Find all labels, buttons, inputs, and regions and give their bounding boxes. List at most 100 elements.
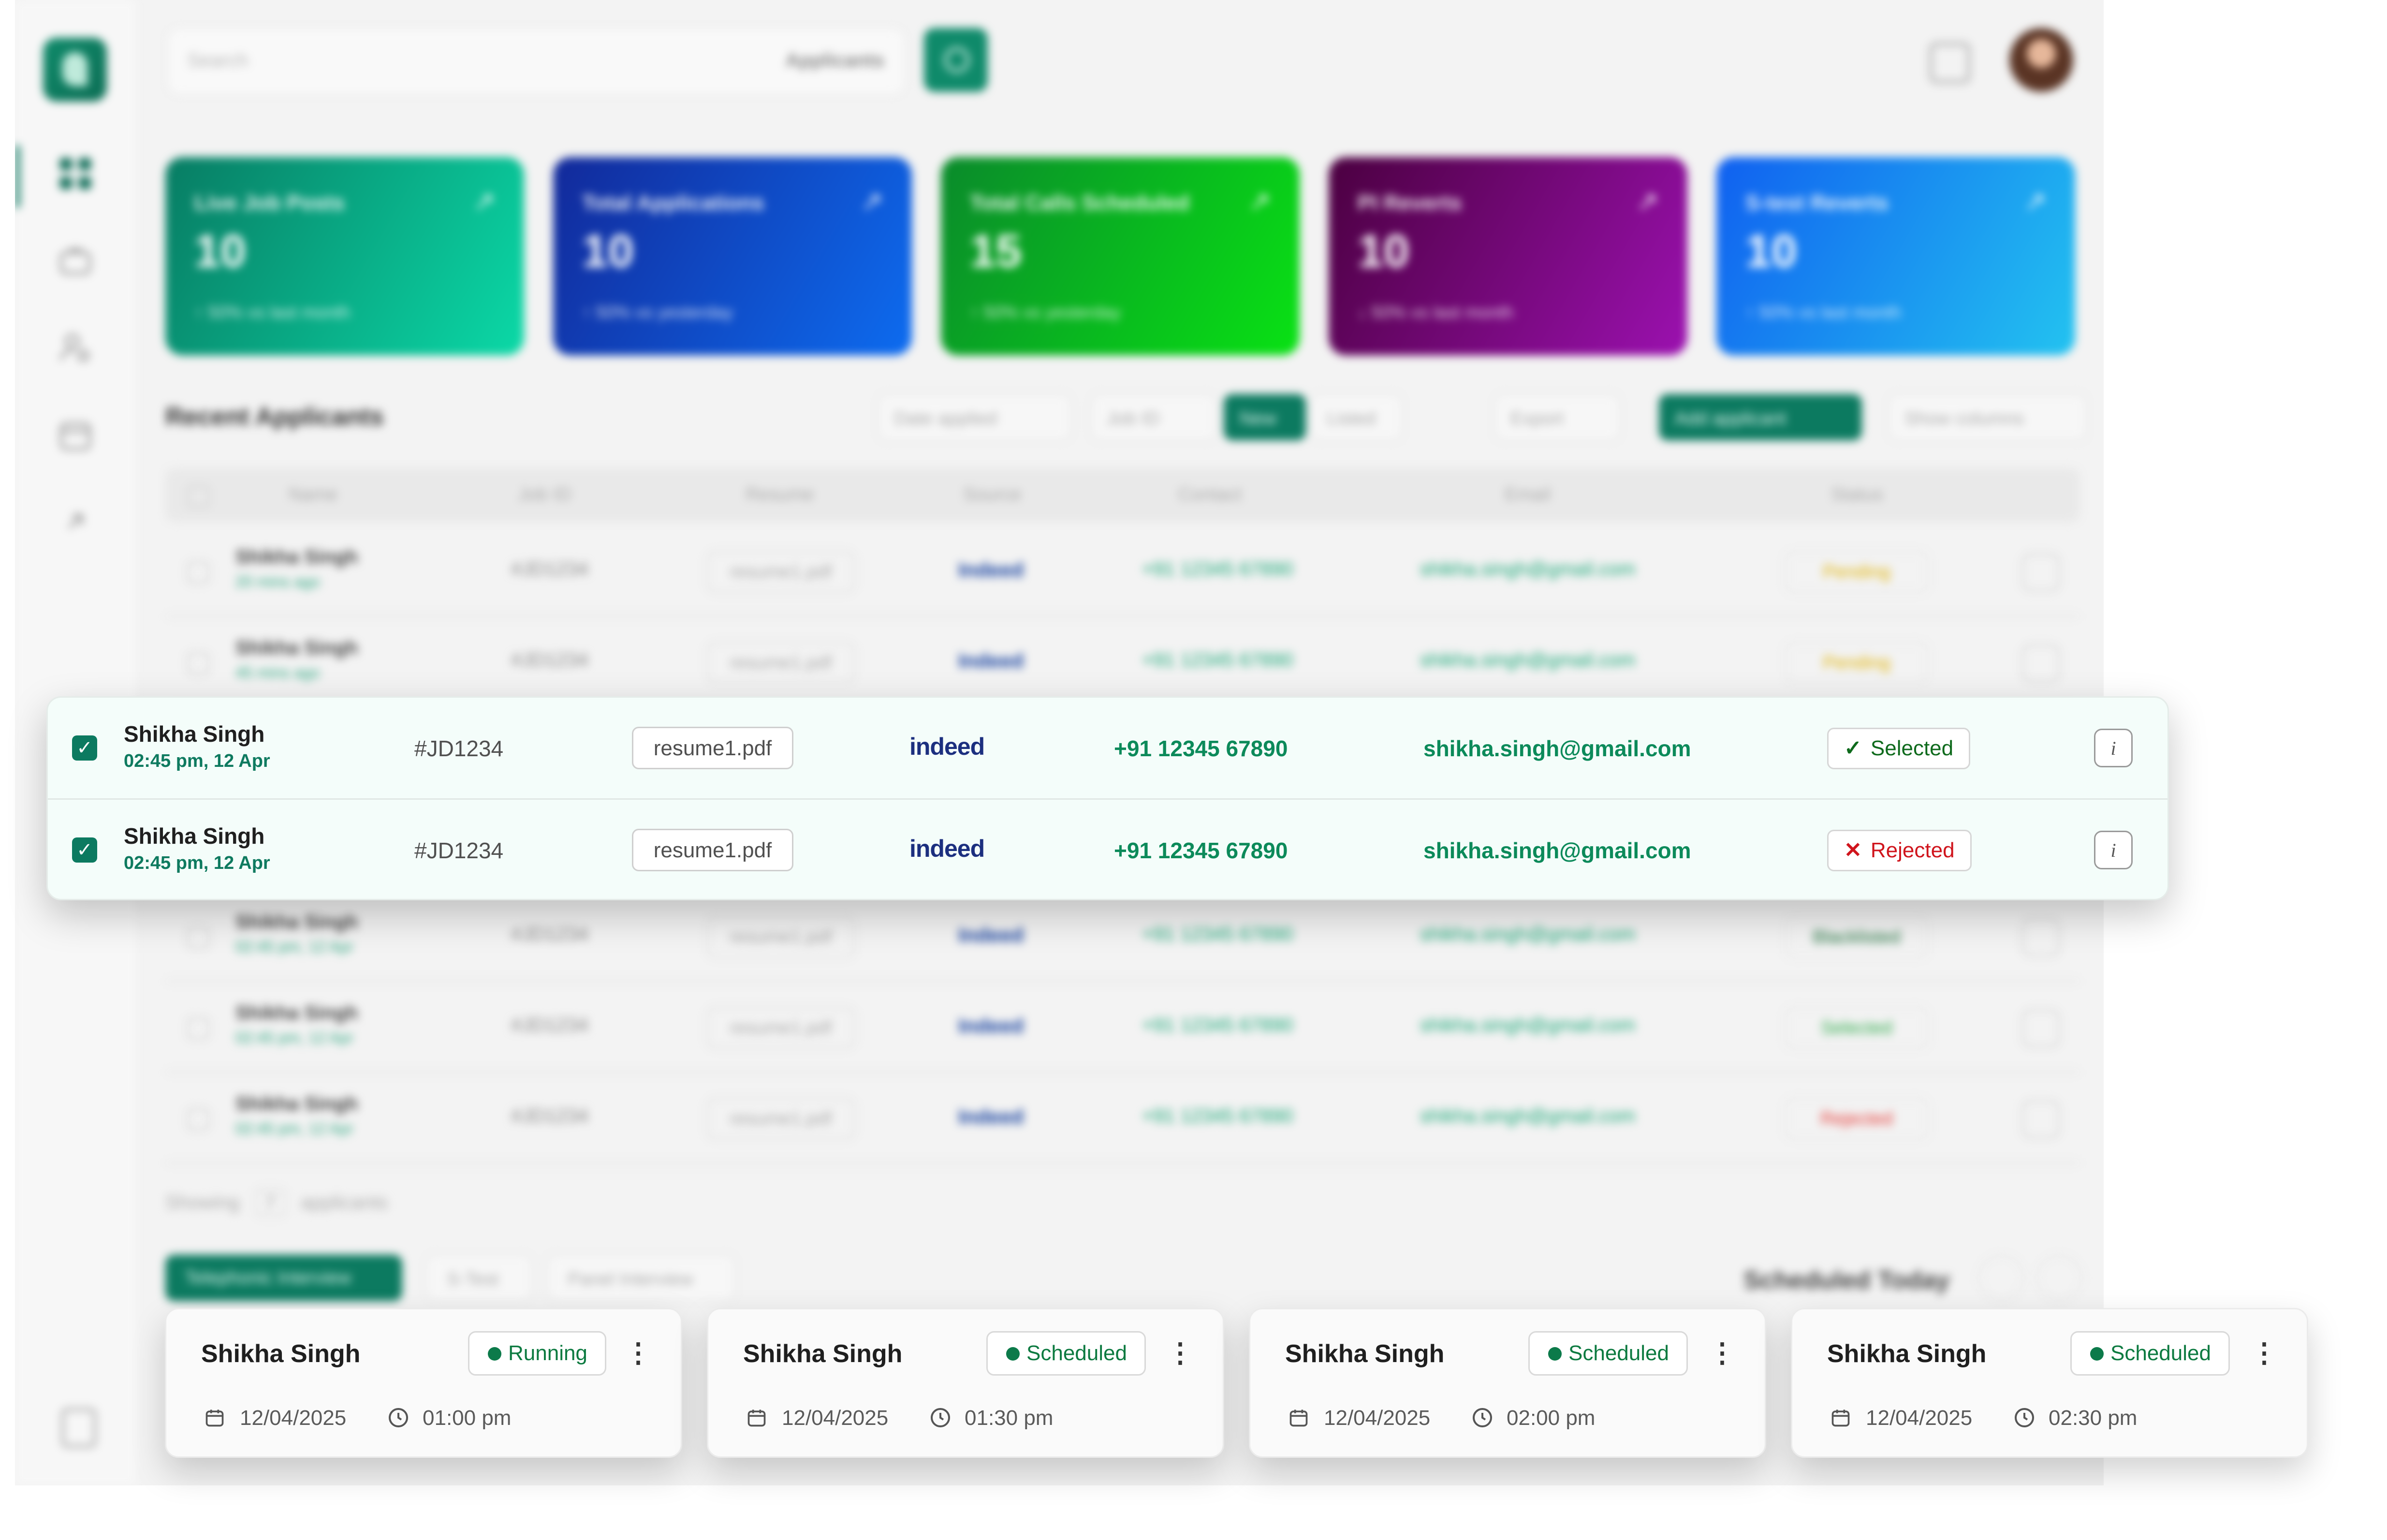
rows-per-page-select[interactable]: 7 [254, 1188, 286, 1217]
contact-email[interactable]: shikha.singh@gmail.com [1420, 1014, 1635, 1036]
row-checkbox[interactable] [187, 926, 209, 949]
stat-card-s-test-reverts[interactable]: S-test Reverts 10 ↑ 50% vs last month ↗ [1716, 157, 2075, 355]
search-filter-dropdown[interactable]: Applicants [786, 50, 884, 72]
date-applied-filter[interactable]: Date applied [878, 394, 1071, 440]
more-options-icon[interactable]: ⋮ [1709, 1339, 1736, 1366]
resume-file-button[interactable]: resume1.pdf [632, 727, 793, 769]
info-icon[interactable] [2022, 919, 2060, 956]
stat-card-total-applications[interactable]: Total Applications 10 ↑ 50% vs yesterday… [553, 157, 912, 355]
contact-email[interactable]: shikha.singh@gmail.com [1423, 837, 1691, 864]
status-badge[interactable]: Blacklisted [1785, 916, 1928, 958]
row-checkbox[interactable] [187, 561, 209, 584]
stat-card-pi-reverts[interactable]: PI Reverts 10 ↓ 50% vs last month ↗ [1329, 157, 1687, 355]
status-badge[interactable]: Pending [1785, 642, 1928, 684]
info-icon[interactable] [2022, 554, 2060, 591]
tab-s-test[interactable]: S-Test [426, 1255, 532, 1301]
interview-card[interactable]: Shikha Singh Scheduled ⋮ 12/04/2025 02:0… [1249, 1308, 1766, 1458]
stat-card-total-calls-scheduled[interactable]: Total Calls Scheduled 15 ↑ 50% vs yester… [941, 157, 1300, 355]
status-badge[interactable]: Pending [1785, 551, 1928, 593]
calendar-icon[interactable] [57, 416, 94, 454]
status-badge[interactable]: Rejected [1785, 1098, 1928, 1140]
interview-card[interactable]: Shikha Singh Scheduled ⋮ 12/04/2025 01:3… [707, 1308, 1224, 1458]
info-icon[interactable] [2022, 1010, 2060, 1047]
contact-email[interactable]: shikha.singh@gmail.com [1420, 1105, 1635, 1127]
status-dot-icon [1006, 1347, 1020, 1361]
resume-file[interactable]: resume1.pdf [707, 1007, 855, 1049]
user-search-icon[interactable] [57, 329, 94, 367]
tab-panel-interview[interactable]: Panel Interview [547, 1255, 735, 1301]
more-options-icon[interactable]: ⋮ [625, 1339, 652, 1366]
arrow-up-right-icon[interactable]: ↗ [861, 186, 883, 217]
row-checkbox[interactable] [187, 1017, 209, 1040]
export-button[interactable]: Export [1494, 394, 1620, 440]
search-button[interactable] [924, 28, 988, 92]
expand-icon[interactable] [57, 503, 94, 541]
contact-email[interactable]: shikha.singh@gmail.com [1420, 924, 1635, 945]
job-id-filter[interactable]: Job ID [1091, 394, 1216, 440]
arrow-up-right-icon[interactable]: ↗ [2024, 186, 2046, 217]
info-icon[interactable] [2022, 645, 2060, 682]
contact-phone[interactable]: +91 12345 67890 [1142, 924, 1293, 945]
table-row[interactable]: Shikha Singh 02:45 pm, 12 Apr #JD1234 re… [165, 981, 2080, 1073]
stat-card-live-job-posts[interactable]: Live Job Posts 10 ↑ 50% vs last month ↗ [165, 157, 524, 355]
resume-file[interactable]: resume1.pdf [707, 916, 855, 958]
contact-phone[interactable]: +91 12345 67890 [1114, 837, 1288, 864]
status-label: Selected [1870, 736, 1954, 760]
row-checkbox-checked[interactable]: ✓ [72, 837, 97, 863]
add-applicant-button[interactable]: Add applicant [1659, 394, 1862, 440]
row-checkbox-checked[interactable]: ✓ [72, 735, 97, 761]
status-badge[interactable]: Selected [1785, 1007, 1928, 1049]
contact-phone[interactable]: +91 12345 67890 [1142, 1014, 1293, 1036]
table-row[interactable]: Shikha Singh 02:45 pm, 12 Apr #JD1234 re… [165, 890, 2080, 982]
filter-listed-tab[interactable]: Listed [1311, 394, 1403, 440]
status-badge-rejected[interactable]: ✕ Rejected [1827, 830, 1972, 871]
more-options-icon[interactable]: ⋮ [2251, 1339, 2278, 1366]
stat-trend: ↑ 50% vs last month [194, 302, 351, 322]
show-columns-dropdown[interactable]: Show columns [1889, 394, 2087, 440]
user-avatar[interactable] [2009, 28, 2073, 92]
contact-phone[interactable]: +91 12345 67890 [1114, 735, 1288, 762]
status-label: Running [508, 1341, 587, 1365]
info-icon[interactable]: i [2094, 729, 2133, 767]
table-row[interactable]: Shikha Singh 02:45 pm, 12 Apr #JD1234 re… [165, 1071, 2080, 1164]
tab-telephonic-interview[interactable]: Telephonic Interview [165, 1255, 402, 1301]
table-row[interactable]: Shikha Singh 20 mins ago #JD1234 resume1… [165, 525, 2080, 617]
contact-email[interactable]: shikha.singh@gmail.com [1420, 558, 1635, 580]
contact-phone[interactable]: +91 12345 67890 [1142, 649, 1293, 671]
resume-file[interactable]: resume1.pdf [707, 551, 855, 593]
filter-new-tab[interactable]: New [1224, 394, 1306, 440]
table-row[interactable]: Shikha Singh 45 mins ago #JD1234 resume1… [165, 616, 2080, 708]
more-options-icon[interactable]: ⋮ [1167, 1339, 1194, 1366]
status-badge-selected[interactable]: ✓ Selected [1827, 728, 1971, 769]
resume-file-button[interactable]: resume1.pdf [632, 829, 793, 871]
arrow-up-right-icon[interactable]: ↗ [1637, 186, 1658, 217]
contact-email[interactable]: shikha.singh@gmail.com [1423, 735, 1691, 762]
notification-icon[interactable] [1930, 43, 1970, 83]
contact-phone[interactable]: +91 12345 67890 [1142, 1105, 1293, 1127]
info-icon[interactable]: i [2094, 831, 2133, 869]
dashboard-icon[interactable] [57, 155, 94, 192]
table-row[interactable]: ✓ Shikha Singh 02:45 pm, 12 Apr #JD1234 … [48, 698, 2167, 798]
resume-file[interactable]: resume1.pdf [707, 642, 855, 684]
arrow-up-right-icon[interactable]: ↗ [1249, 186, 1271, 217]
briefcase-icon[interactable] [57, 242, 94, 279]
search-input[interactable]: Search [187, 50, 249, 72]
interview-card[interactable]: Shikha Singh Scheduled ⋮ 12/04/2025 02:3… [1791, 1308, 2308, 1458]
row-checkbox[interactable] [187, 1108, 209, 1130]
next-page-button[interactable] [2036, 1255, 2082, 1301]
prev-page-button[interactable] [1978, 1255, 2024, 1301]
collapse-sidebar-icon[interactable] [61, 1408, 96, 1448]
select-all-checkbox[interactable] [187, 485, 209, 508]
search-bar[interactable]: Search Applicants [167, 28, 905, 95]
contact-email[interactable]: shikha.singh@gmail.com [1420, 649, 1635, 671]
table-row[interactable]: ✓ Shikha Singh 02:45 pm, 12 Apr #JD1234 … [48, 798, 2167, 899]
row-checkbox[interactable] [187, 652, 209, 675]
resume-file[interactable]: resume1.pdf [707, 1098, 855, 1140]
info-icon[interactable] [2022, 1100, 2060, 1138]
interview-card[interactable]: Shikha Singh Running ⋮ 12/04/2025 01:00 … [165, 1308, 682, 1458]
status-label: Scheduled [1568, 1341, 1669, 1365]
contact-phone[interactable]: +91 12345 67890 [1142, 558, 1293, 580]
arrow-up-right-icon[interactable]: ↗ [473, 186, 495, 217]
app-logo[interactable] [43, 38, 107, 102]
column-header: Contact [1178, 484, 1242, 505]
